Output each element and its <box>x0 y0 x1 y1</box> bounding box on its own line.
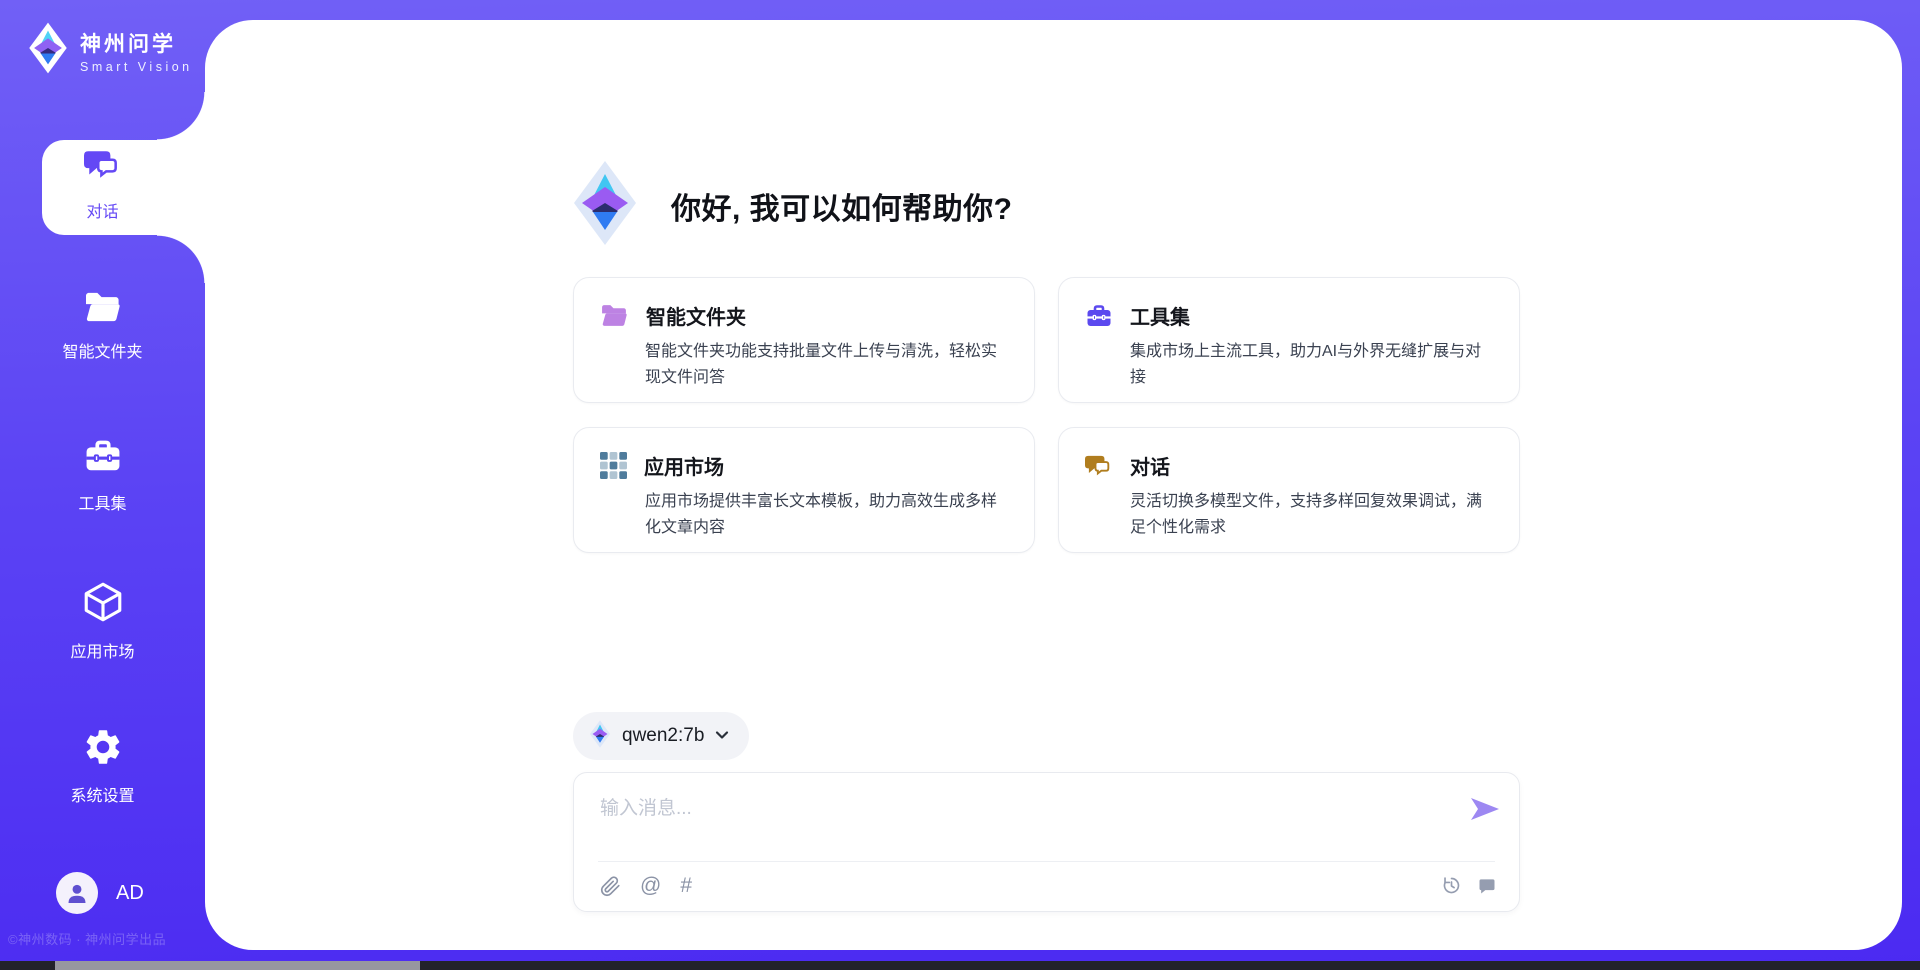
sidebar-item-label: 应用市场 <box>70 638 134 662</box>
user-avatar-icon <box>56 872 98 914</box>
card-smart-folder[interactable]: 智能文件夹 智能文件夹功能支持批量文件上传与清洗，轻松实现文件问答 <box>573 277 1035 403</box>
sidebar-item-label: 对话 <box>86 198 118 222</box>
card-title: 智能文件夹 <box>646 301 746 330</box>
sidebar-item-label: 工具集 <box>78 490 126 514</box>
brand-diamond-icon <box>573 160 637 251</box>
mention-icon[interactable]: @ <box>640 875 661 897</box>
app-window: 神州问学 Smart Vision 对话 智能文件夹 <box>0 0 1920 970</box>
history-icon[interactable] <box>1441 875 1462 896</box>
sidebar-item-label: 系统设置 <box>70 782 134 806</box>
card-description: 集成市场上主流工具，助力AI与外界无缝扩展与对接 <box>1130 339 1493 391</box>
card-toolbox[interactable]: 工具集 集成市场上主流工具，助力AI与外界无缝扩展与对接 <box>1058 277 1520 403</box>
attachment-icon[interactable] <box>600 876 621 897</box>
user-profile[interactable]: AD <box>56 872 144 914</box>
brand-diamond-icon <box>26 22 70 79</box>
composer-divider <box>598 861 1495 862</box>
sidebar-item-app-market[interactable]: 应用市场 <box>0 580 205 662</box>
folder-icon <box>83 290 123 329</box>
folder-icon <box>600 303 629 328</box>
chevron-down-icon <box>715 727 729 745</box>
copyright-text: ©神州数码 · 神州问学出品 <box>8 929 208 948</box>
app-market-icon <box>81 580 125 629</box>
card-title: 应用市场 <box>644 451 724 480</box>
horizontal-scrollbar[interactable] <box>0 961 1920 970</box>
card-app-market[interactable]: 应用市场 应用市场提供丰富长文本模板，助力高效生成多样化文章内容 <box>573 427 1035 553</box>
chat-icon <box>1085 452 1113 480</box>
feature-cards: 智能文件夹 智能文件夹功能支持批量文件上传与清洗，轻松实现文件问答 <box>573 277 1520 553</box>
model-name: qwen2:7b <box>622 725 704 747</box>
model-selector[interactable]: qwen2:7b <box>573 712 749 760</box>
toolbox-icon <box>1085 302 1113 330</box>
greeting-title: 你好, 我可以如何帮助你? <box>671 184 1013 228</box>
hash-icon[interactable]: # <box>680 875 692 897</box>
chat-bubble-icon[interactable] <box>1477 876 1497 896</box>
brand-diamond-icon <box>589 720 611 753</box>
message-composer: @ # <box>573 772 1520 912</box>
tab-curve-top <box>157 92 205 140</box>
brand-name: 神州问学 <box>80 28 193 58</box>
brand-logo: 神州问学 Smart Vision <box>26 22 193 79</box>
tab-curve-bottom <box>157 235 205 283</box>
toolbox-icon <box>83 436 123 481</box>
card-description: 智能文件夹功能支持批量文件上传与清洗，轻松实现文件问答 <box>645 339 1008 391</box>
sidebar-item-smart-folder[interactable]: 智能文件夹 <box>0 290 205 362</box>
sidebar-item-settings[interactable]: 系统设置 <box>0 726 205 806</box>
card-title: 工具集 <box>1130 301 1190 330</box>
brand-subtitle: Smart Vision <box>80 60 193 74</box>
grid-icon <box>600 452 627 479</box>
card-description: 灵活切换多模型文件，支持多样回复效果调试，满足个性化需求 <box>1130 489 1493 541</box>
settings-icon <box>82 726 124 773</box>
message-input[interactable] <box>574 773 1434 853</box>
sidebar-item-chat[interactable]: 对话 <box>0 146 205 222</box>
card-chat[interactable]: 对话 灵活切换多模型文件，支持多样回复效果调试，满足个性化需求 <box>1058 427 1520 553</box>
chat-icon <box>84 146 122 189</box>
scrollbar-thumb[interactable] <box>55 961 420 970</box>
sidebar-item-toolbox[interactable]: 工具集 <box>0 436 205 514</box>
send-button[interactable] <box>1469 797 1501 823</box>
card-description: 应用市场提供丰富长文本模板，助力高效生成多样化文章内容 <box>645 489 1008 541</box>
sidebar-item-label: 智能文件夹 <box>62 338 142 362</box>
main-content: 你好, 我可以如何帮助你? 智能文件夹 智能文件夹功能支持批量文件上传与清洗，轻… <box>205 20 1902 950</box>
user-name: AD <box>116 882 144 905</box>
card-title: 对话 <box>1130 451 1170 480</box>
greeting-block: 你好, 我可以如何帮助你? <box>573 160 1013 251</box>
